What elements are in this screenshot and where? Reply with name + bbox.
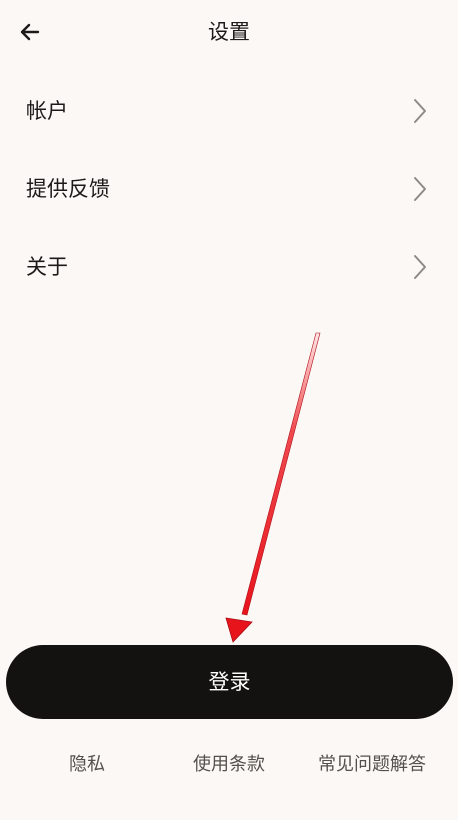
terms-link[interactable]: 使用条款 [162,752,296,778]
chevron-right-icon [414,99,426,123]
page-title: 设置 [208,20,250,44]
menu-item-feedback[interactable]: 提供反馈 [0,150,458,228]
menu-item-label: 提供反馈 [26,177,110,201]
top-bar: 设置 [0,0,458,64]
menu-item-about[interactable]: 关于 [0,228,458,306]
chevron-right-icon [414,177,426,201]
faq-link[interactable]: 常见问题解答 [316,752,428,778]
menu-item-account[interactable]: 帐户 [0,72,458,150]
menu-item-label: 帐户 [26,99,68,123]
privacy-link[interactable]: 隐私 [20,752,154,778]
login-button-label: 登录 [208,670,251,694]
footer-links: 隐私 使用条款 常见问题解答 [0,752,458,812]
chevron-right-icon [414,255,426,279]
settings-menu: 帐户 提供反馈 关于 [0,72,458,306]
menu-item-label: 关于 [26,255,68,279]
login-button[interactable]: 登录 [6,645,453,719]
